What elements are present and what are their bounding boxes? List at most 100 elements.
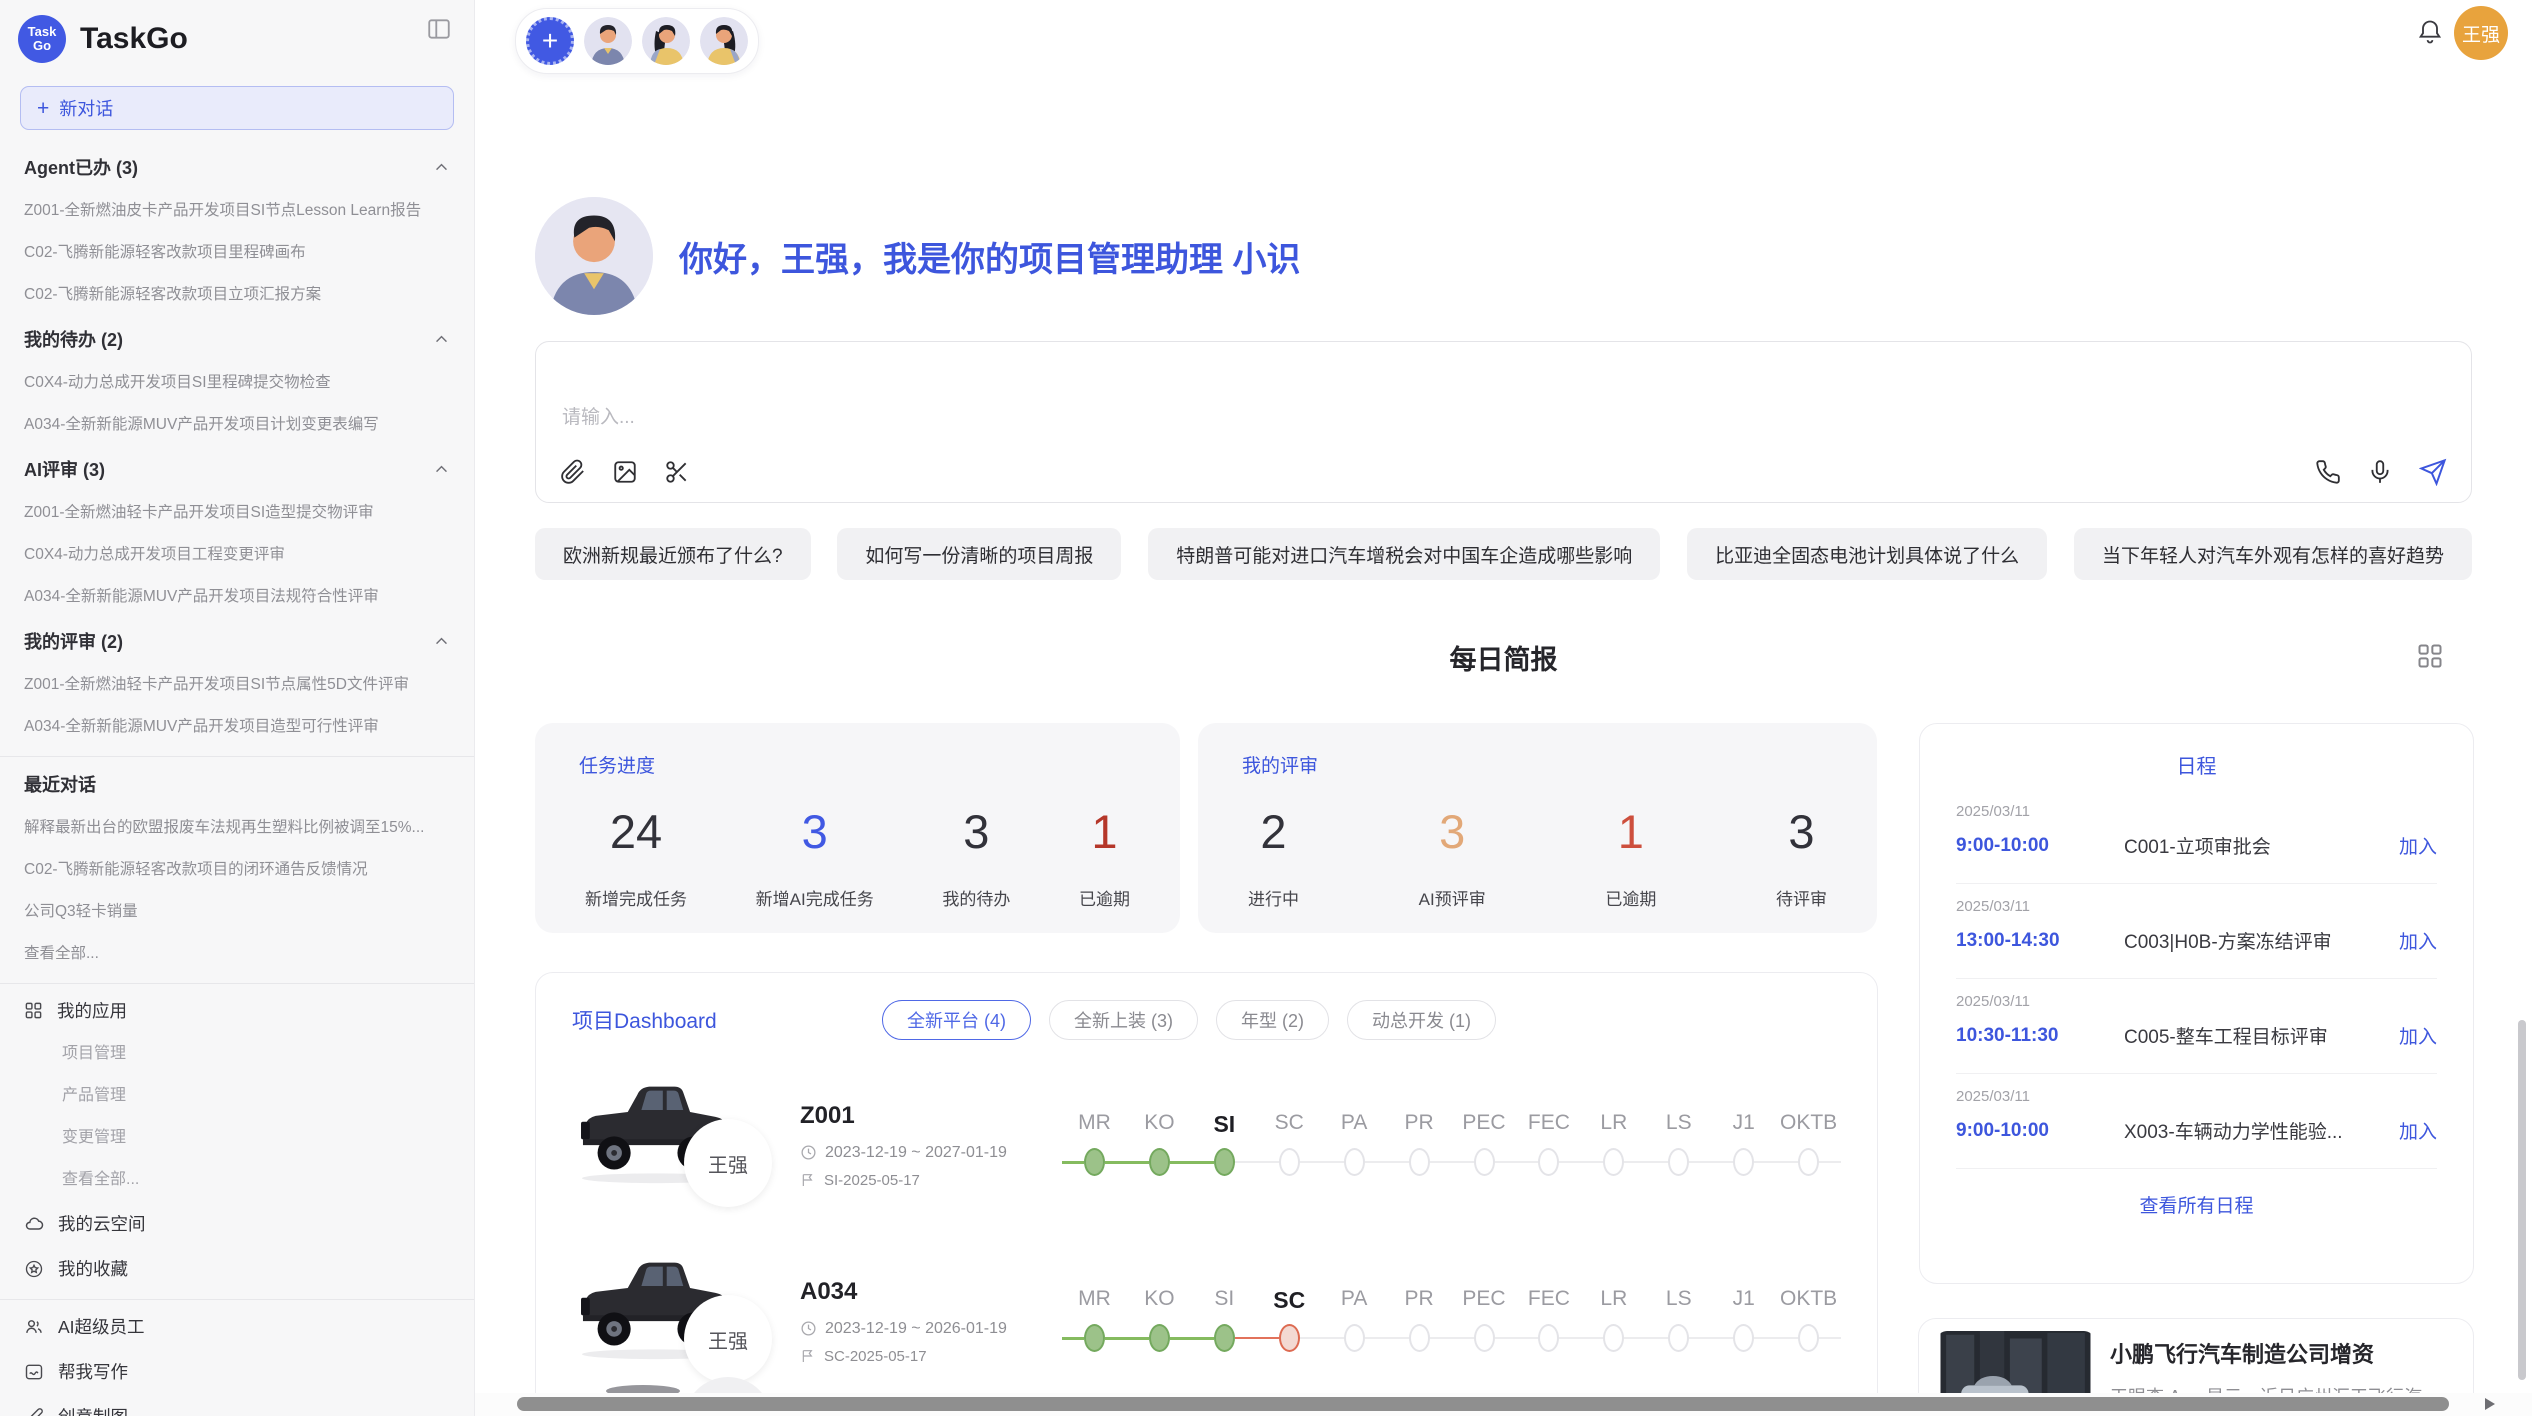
- horizontal-scrollbar-thumb[interactable]: [517, 1397, 2449, 1411]
- schedule-time: 9:00-10:00: [1956, 835, 2124, 857]
- sidebar-item-favorites[interactable]: 我的收藏: [0, 1246, 474, 1291]
- project-car: 王强: [572, 1075, 800, 1215]
- schedule-item: 2025/03/119:00-10:00X003-车辆动力学性能验...加入: [1956, 1074, 2437, 1169]
- project-owner-badge: 王强: [684, 1119, 772, 1207]
- timeline-segment: [1452, 1337, 1474, 1339]
- sidebar-item[interactable]: C02-飞腾新能源轻客改款项目立项汇报方案: [0, 274, 474, 316]
- milestone-track: [1516, 1321, 1581, 1355]
- schedule-join-link[interactable]: 加入: [2399, 832, 2437, 859]
- sidebar-item-my-apps[interactable]: 我的应用: [0, 988, 474, 1033]
- sidebar-item-cloud-space[interactable]: 我的云空间: [0, 1201, 474, 1246]
- sidebar-item-change-mgmt[interactable]: 变更管理: [0, 1117, 474, 1159]
- sidebar: Task Go TaskGo + 新对话 Agent已办 (3)Z001-全新燃…: [0, 0, 475, 1416]
- dashboard-tab[interactable]: 动总开发 (1): [1347, 1000, 1496, 1040]
- schedule-join-link[interactable]: 加入: [2399, 1022, 2437, 1049]
- scroll-right-arrow-icon[interactable]: [2485, 1398, 2495, 1410]
- timeline-segment: [1430, 1161, 1452, 1163]
- sidebar-item[interactable]: Z001-全新燃油轻卡产品开发项目SI造型提交物评审: [0, 492, 474, 534]
- sidebar-section-header[interactable]: 我的评审 (2): [0, 618, 474, 664]
- member-avatar-3[interactable]: [700, 17, 748, 65]
- session-switcher: +: [515, 8, 759, 74]
- sidebar-item-product-mgmt[interactable]: 产品管理: [0, 1075, 474, 1117]
- stat-value: 3: [942, 804, 1010, 859]
- schedule-view-all[interactable]: 查看所有日程: [1956, 1191, 2437, 1218]
- schedule-join-link[interactable]: 加入: [2399, 1117, 2437, 1144]
- recent-chat-item[interactable]: C02-飞腾新能源轻客改款项目的闭环通告反馈情况: [0, 849, 474, 891]
- sidebar-section-header[interactable]: 我的待办 (2): [0, 316, 474, 362]
- suggestion-chip[interactable]: 特朗普可能对进口汽车增税会对中国车企造成哪些影响: [1148, 528, 1660, 580]
- dashboard-tab[interactable]: 全新上装 (3): [1049, 1000, 1198, 1040]
- suggestion-chip[interactable]: 如何写一份清晰的项目周报: [837, 528, 1121, 580]
- notification-bell-icon[interactable]: [2416, 18, 2444, 46]
- sidebar-item[interactable]: A034-全新新能源MUV产品开发项目计划变更表编写: [0, 404, 474, 446]
- sidebar-item[interactable]: C0X4-动力总成开发项目SI里程碑提交物检查: [0, 362, 474, 404]
- timeline-segment: [1624, 1337, 1646, 1339]
- greeting-text: 你好，王强，我是你的项目管理助理 小识: [679, 232, 1300, 281]
- dashboard-tab[interactable]: 年型 (2): [1216, 1000, 1329, 1040]
- recent-chat-item[interactable]: 公司Q3轻卡销量: [0, 891, 474, 933]
- milestone-label: PA: [1322, 1287, 1387, 1321]
- schedule-join-link[interactable]: 加入: [2399, 927, 2437, 954]
- new-session-button[interactable]: +: [526, 17, 574, 65]
- milestone: LR: [1581, 1287, 1646, 1355]
- milestone: SC: [1257, 1287, 1322, 1355]
- sidebar-item-ai-employees[interactable]: AI超级员工: [0, 1304, 474, 1349]
- my-review-card: 我的评审 2进行中3AI预评审1已逾期3待评审: [1198, 723, 1877, 933]
- milestone: PEC: [1452, 1111, 1517, 1179]
- milestone-label: LS: [1646, 1111, 1711, 1145]
- sidebar-item[interactable]: C02-飞腾新能源轻客改款项目里程碑画布: [0, 232, 474, 274]
- project-timeline: MRKOSISCPAPRPECFECLRLSJ1OKTB: [1062, 1111, 1841, 1179]
- milestone-label: J1: [1711, 1287, 1776, 1321]
- recent-view-all[interactable]: 查看全部...: [0, 933, 474, 975]
- paperclip-icon[interactable]: [560, 459, 586, 485]
- sidebar-section-header[interactable]: AI评审 (3): [0, 446, 474, 492]
- sidebar-item-creative-draw[interactable]: 创意制图: [0, 1394, 474, 1416]
- send-icon[interactable]: [2419, 458, 2447, 486]
- sidebar-item-help-write[interactable]: 帮我写作: [0, 1349, 474, 1394]
- timeline-segment: [1581, 1161, 1603, 1163]
- sidebar-item[interactable]: A034-全新新能源MUV产品开发项目法规符合性评审: [0, 576, 474, 618]
- vertical-scrollbar-thumb[interactable]: [2518, 1020, 2526, 1380]
- milestone: PA: [1322, 1287, 1387, 1355]
- schedule-date: 2025/03/11: [1956, 993, 2437, 1010]
- suggestion-chip[interactable]: 当下年轻人对汽车外观有怎样的喜好趋势: [2074, 528, 2472, 580]
- project-dates-text: 2023-12-19 ~ 2026-01-19: [825, 1320, 1007, 1338]
- sidebar-item[interactable]: Z001-全新燃油轻卡产品开发项目SI节点属性5D文件评审: [0, 664, 474, 706]
- suggestion-chip[interactable]: 欧洲新规最近颁布了什么?: [535, 528, 811, 580]
- sidebar-section-header[interactable]: Agent已办 (3): [0, 144, 474, 190]
- stat: 3AI预评审: [1419, 804, 1486, 910]
- user-avatar[interactable]: 王强: [2454, 6, 2508, 60]
- member-avatar-2[interactable]: [642, 17, 690, 65]
- sidebar-item[interactable]: C0X4-动力总成开发项目工程变更评审: [0, 534, 474, 576]
- milestone-dot: [1474, 1324, 1495, 1352]
- member-avatar-1[interactable]: [584, 17, 632, 65]
- sidebar-item-project-mgmt[interactable]: 项目管理: [0, 1033, 474, 1075]
- sidebar-item-apps-view-all[interactable]: 查看全部...: [0, 1159, 474, 1201]
- timeline-segment: [1322, 1337, 1344, 1339]
- stat: 3新增AI完成任务: [756, 804, 874, 910]
- image-icon[interactable]: [612, 459, 638, 485]
- layout-grid-icon[interactable]: [2416, 642, 2444, 670]
- sidebar-collapse-icon[interactable]: [426, 16, 452, 42]
- suggestion-chips: 欧洲新规最近颁布了什么? 如何写一份清晰的项目周报特朗普可能对进口汽车增税会对中国…: [535, 528, 2472, 580]
- timeline-segment: [1689, 1161, 1711, 1163]
- sidebar-item[interactable]: A034-全新新能源MUV产品开发项目造型可行性评审: [0, 706, 474, 748]
- dashboard-tab[interactable]: 全新平台 (4): [882, 1000, 1031, 1040]
- schedule-date: 2025/03/11: [1956, 1088, 2437, 1105]
- sidebar-item[interactable]: Z001-全新燃油皮卡产品开发项目SI节点Lesson Learn报告: [0, 190, 474, 232]
- recent-chat-item[interactable]: 解释最新出台的欧盟报废车法规再生塑料比例被调至15%...: [0, 807, 474, 849]
- project-row[interactable]: 王强Z0012023-12-19 ~ 2027-01-19SI-2025-05-…: [572, 1071, 1841, 1219]
- new-chat-button[interactable]: + 新对话: [20, 86, 454, 130]
- phone-icon[interactable]: [2315, 459, 2341, 485]
- chat-input[interactable]: [560, 400, 2447, 438]
- suggestion-chip[interactable]: 比亚迪全固态电池计划具体说了什么: [1687, 528, 2047, 580]
- milestone: SI: [1192, 1287, 1257, 1355]
- milestone-label: OKTB: [1776, 1287, 1841, 1321]
- project-row[interactable]: 王强A0342023-12-19 ~ 2026-01-19SC-2025-05-…: [572, 1247, 1841, 1395]
- project-dates-text: 2023-12-19 ~ 2027-01-19: [825, 1144, 1007, 1162]
- microphone-icon[interactable]: [2367, 459, 2393, 485]
- scissors-icon[interactable]: [664, 459, 690, 485]
- timeline-segment: [1192, 1161, 1214, 1164]
- timeline-segment: [1516, 1161, 1538, 1163]
- plus-icon: +: [37, 98, 49, 119]
